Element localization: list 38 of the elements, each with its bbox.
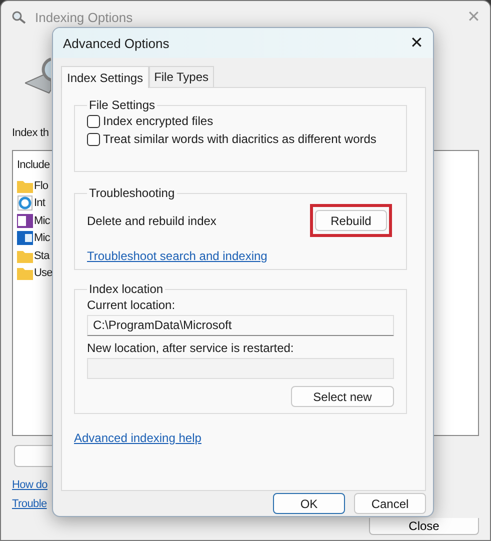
dialog-title: Advanced Options [63, 36, 170, 50]
location-name[interactable]: Sta [34, 250, 50, 262]
select-new-button[interactable]: Select new [291, 386, 394, 407]
location-name[interactable]: Flo [34, 180, 48, 192]
close-button[interactable]: Close [369, 518, 479, 535]
current-location-field[interactable]: C:\ProgramData\Microsoft [87, 315, 394, 336]
help-link[interactable]: Trouble [12, 498, 47, 510]
rebuild-label: Delete and rebuild index [87, 214, 216, 228]
checkbox[interactable] [87, 114, 100, 128]
help-link[interactable]: Advanced indexing help [74, 431, 202, 445]
intro-text: Index th [12, 127, 49, 139]
column-header: Include [17, 159, 50, 171]
group-title: Troubleshooting [88, 186, 176, 200]
group-title: File Settings [88, 98, 156, 112]
window-title: Indexing Options [35, 10, 134, 24]
folder-icon [17, 178, 33, 193]
troubleshoot-link[interactable]: Troubleshoot search and indexing [87, 249, 394, 263]
tab[interactable]: Index Settings [61, 66, 150, 88]
tab[interactable]: File Types [149, 66, 214, 87]
group-title: Index location [88, 282, 164, 296]
location-name[interactable]: Use [34, 267, 52, 280]
field-label: Current location: [87, 298, 176, 312]
location-name[interactable]: Int [34, 197, 46, 210]
checkbox-label[interactable]: Index encrypted files [103, 114, 214, 128]
folder-icon [17, 266, 33, 280]
search-icon [11, 10, 27, 24]
checkbox-label[interactable]: Treat similar words with diacritics as different words [103, 132, 376, 146]
dialog-button[interactable]: Cancel [354, 493, 426, 514]
dialog-button[interactable]: OK [273, 493, 345, 514]
field-label: New location, after service is restarted: [87, 341, 295, 355]
folder-icon [17, 248, 33, 263]
close-icon[interactable]: ✕ [410, 33, 423, 53]
help-link[interactable]: How do [12, 479, 48, 491]
location-name[interactable]: Mic [34, 214, 50, 227]
new-location-field[interactable] [87, 358, 394, 379]
location-name[interactable]: Mic [34, 232, 50, 244]
checkbox[interactable] [87, 132, 100, 146]
rebuild-button[interactable]: Rebuild [315, 210, 387, 231]
